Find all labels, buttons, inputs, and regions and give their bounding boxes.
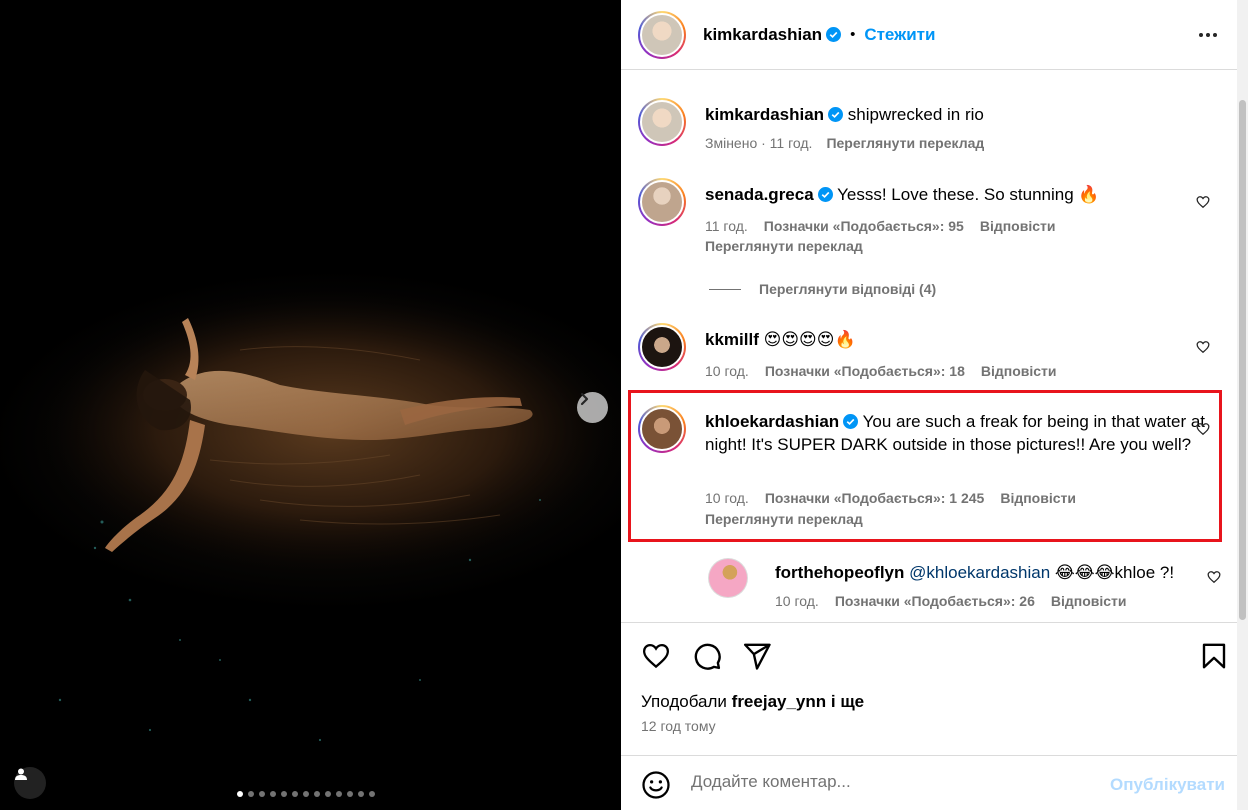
verified-icon: [817, 187, 833, 202]
liked-by-user[interactable]: freejay_ynn: [732, 692, 827, 711]
comment-time: 10 год.: [705, 363, 749, 379]
reply-mention[interactable]: @khloekardashian: [909, 563, 1050, 582]
reply-username[interactable]: forthehopeoflyn: [775, 563, 904, 582]
author-avatar[interactable]: [638, 10, 686, 59]
post-actions: [621, 622, 1237, 687]
comment-icon[interactable]: [692, 641, 722, 671]
reply-button[interactable]: Відповісти: [981, 363, 1057, 379]
post-image[interactable]: [0, 0, 621, 810]
post-caption: kimkardashian shipwrecked in rio Змінено…: [638, 98, 1198, 158]
reply-time: 10 год.: [775, 593, 819, 609]
commenter-avatar[interactable]: [708, 558, 748, 598]
carousel-dot: [259, 791, 265, 797]
carousel-dot: [270, 791, 276, 797]
comment-username[interactable]: senada.greca: [705, 185, 814, 204]
comment-item: senada.greca Yesss! Love these. So stunn…: [638, 178, 1210, 258]
reply-likes[interactable]: Позначки «Подобається»: 26: [835, 593, 1035, 609]
header-separator: •: [850, 26, 856, 43]
translate-link[interactable]: Переглянути переклад: [705, 238, 863, 254]
reply-button[interactable]: Відповісти: [1051, 593, 1127, 609]
comment-time: 10 год.: [705, 490, 749, 506]
bookmark-icon[interactable]: [1199, 641, 1229, 671]
scrollbar-thumb[interactable]: [1239, 100, 1246, 620]
carousel-dot: [237, 791, 243, 797]
heart-icon[interactable]: [1196, 422, 1210, 436]
carousel-dot: [281, 791, 287, 797]
commenter-avatar[interactable]: [638, 178, 686, 226]
carousel-dot: [314, 791, 320, 797]
carousel-dot: [347, 791, 353, 797]
reply-button[interactable]: Відповісти: [980, 218, 1056, 234]
verified-icon: [826, 27, 842, 42]
carousel-dot: [358, 791, 364, 797]
author-avatar[interactable]: [638, 98, 686, 146]
divider-line: [709, 288, 741, 290]
comment-item: kkmillf 😍😍😍😍🔥 10 год. Позначки «Подобаєт…: [638, 323, 1210, 383]
liked-by: Уподобали freejay_ynn і ще: [641, 692, 864, 712]
emoji-icon[interactable]: [641, 770, 671, 800]
comment-input[interactable]: [691, 772, 1091, 792]
tagged-users-button[interactable]: [14, 767, 46, 799]
comment-text: Yesss! Love these. So stunning 🔥: [837, 185, 1100, 204]
reply-text: 😂😂😂khloe ?!: [1050, 563, 1175, 582]
commenter-avatar[interactable]: [638, 405, 686, 453]
comment-likes[interactable]: Позначки «Подобається»: 95: [764, 218, 964, 234]
carousel-dot: [369, 791, 375, 797]
verified-icon: [843, 414, 859, 429]
post-time: 12 год тому: [641, 718, 716, 734]
scrollbar[interactable]: [1237, 0, 1248, 810]
comment-username[interactable]: kkmillf: [705, 330, 759, 349]
comment-username[interactable]: khloekardashian: [705, 412, 839, 431]
like-heart-icon[interactable]: [641, 641, 671, 671]
carousel-dot: [248, 791, 254, 797]
heart-icon[interactable]: [1207, 570, 1221, 584]
comment-text: 😍😍😍😍🔥: [763, 330, 856, 349]
heart-icon[interactable]: [1196, 195, 1210, 209]
caption-text: shipwrecked in rio: [847, 105, 984, 124]
heart-icon[interactable]: [1196, 340, 1210, 354]
comment-likes[interactable]: Позначки «Подобається»: 18: [765, 363, 965, 379]
post-header: kimkardashian • Стежити: [621, 0, 1237, 70]
caption-username[interactable]: kimkardashian: [705, 105, 824, 124]
comment-likes[interactable]: Позначки «Подобається»: 1 245: [765, 490, 985, 506]
carousel-dot: [336, 791, 342, 797]
reply-item: forthehopeoflyn @khloekardashian 😂😂😂khlo…: [708, 558, 1221, 618]
liked-by-prefix: Уподобали: [641, 692, 727, 711]
liked-by-others[interactable]: і ще: [831, 692, 864, 711]
comment-item: khloekardashian You are such a freak for…: [638, 405, 1210, 530]
view-replies-label: Переглянути відповіді (4): [759, 281, 937, 297]
translate-link[interactable]: Переглянути переклад: [705, 511, 863, 527]
share-icon[interactable]: [742, 641, 772, 671]
add-comment-bar: Опублікувати: [621, 755, 1237, 810]
publish-button[interactable]: Опублікувати: [1110, 775, 1225, 795]
carousel-dot: [325, 791, 331, 797]
follow-button[interactable]: Стежити: [864, 25, 935, 45]
next-image-button[interactable]: [577, 392, 608, 423]
user-tag-icon: [15, 768, 27, 780]
view-replies-button[interactable]: Переглянути відповіді (4): [709, 281, 936, 297]
reply-button[interactable]: Відповісти: [1000, 490, 1076, 506]
verified-icon: [828, 107, 844, 122]
comment-time: 11 год.: [705, 218, 748, 234]
post-details-panel: kimkardashian • Стежити kimkardashian sh…: [621, 0, 1237, 810]
carousel-indicator: [237, 791, 375, 797]
author-username[interactable]: kimkardashian: [703, 25, 822, 45]
carousel-dot: [292, 791, 298, 797]
carousel-dot: [303, 791, 309, 797]
translate-link[interactable]: Переглянути переклад: [826, 135, 984, 151]
caption-edited: Змінено · 11 год.: [705, 135, 813, 151]
commenter-avatar[interactable]: [638, 323, 686, 371]
more-icon[interactable]: [1197, 24, 1219, 46]
photo-illustration: [40, 290, 620, 742]
chevron-right-icon: [580, 392, 589, 406]
